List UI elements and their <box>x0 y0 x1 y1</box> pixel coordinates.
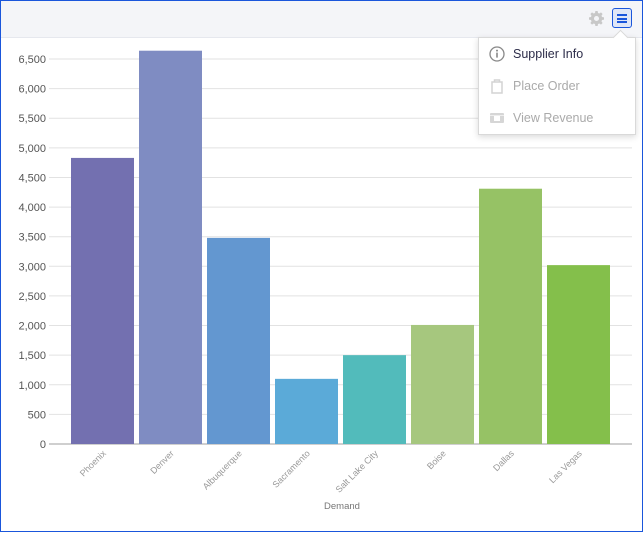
gear-icon[interactable] <box>589 11 604 26</box>
menu-item-place-order[interactable]: Place Order <box>479 71 635 101</box>
bar[interactable] <box>411 324 474 444</box>
x-tick-label: Sacramento <box>271 448 312 489</box>
menu-item-supplier-info[interactable]: Supplier Info <box>479 39 635 69</box>
menu-item-view-revenue[interactable]: View Revenue <box>479 103 635 133</box>
y-tick-label: 0 <box>40 439 46 451</box>
hamburger-line <box>617 21 627 23</box>
x-tick-label: Dallas <box>491 448 516 473</box>
bar[interactable] <box>343 355 406 444</box>
hamburger-menu-button[interactable] <box>612 8 632 28</box>
menu-item-label: View Revenue <box>513 111 594 125</box>
y-tick-label: 1,000 <box>18 380 46 392</box>
x-tick-label: Boise <box>425 448 448 471</box>
chart-widget: 0 500 1,000 1,500 2,000 2,500 3,000 3,500 4,000 4… <box>0 0 643 532</box>
money-icon <box>490 113 504 123</box>
bar[interactable] <box>207 237 270 444</box>
bar[interactable] <box>479 188 542 444</box>
x-tick-label: Denver <box>148 448 176 476</box>
y-tick-label: 3,500 <box>18 232 46 244</box>
x-tick-label: Phoenix <box>78 448 108 478</box>
chart-toolbar <box>1 1 642 38</box>
x-tick-label: Albuquerque <box>201 448 244 491</box>
menu-item-label: Supplier Info <box>513 47 584 61</box>
y-tick-label: 5,500 <box>18 113 46 125</box>
y-tick-label: 4,000 <box>18 202 46 214</box>
bar[interactable] <box>547 265 610 444</box>
y-tick-label: 500 <box>28 409 46 421</box>
x-tick-label: Las Vegas <box>547 448 584 485</box>
y-tick-label: 3,000 <box>18 261 46 273</box>
y-tick-label: 5,000 <box>18 143 46 155</box>
y-tick-label: 2,000 <box>18 321 46 333</box>
x-tick-label: Salt Lake City <box>334 448 381 495</box>
bar[interactable] <box>275 378 338 444</box>
hamburger-menu-icon <box>617 14 627 16</box>
y-tick-label: 1,500 <box>18 350 46 362</box>
menu-item-label: Place Order <box>513 79 580 93</box>
chart-menu-dropdown: Supplier Info Place Order View Revenue <box>478 37 636 135</box>
shopping-bag-icon <box>491 79 503 94</box>
hamburger-line <box>617 17 627 20</box>
y-tick-label: 6,000 <box>18 84 46 96</box>
bar[interactable] <box>71 157 134 444</box>
y-tick-label: 4,500 <box>18 172 46 184</box>
info-icon <box>489 46 505 62</box>
x-axis-title: Demand <box>324 501 360 512</box>
y-tick-label: 2,500 <box>18 291 46 303</box>
y-tick-label: 6,500 <box>18 54 46 66</box>
bar[interactable] <box>139 50 202 444</box>
